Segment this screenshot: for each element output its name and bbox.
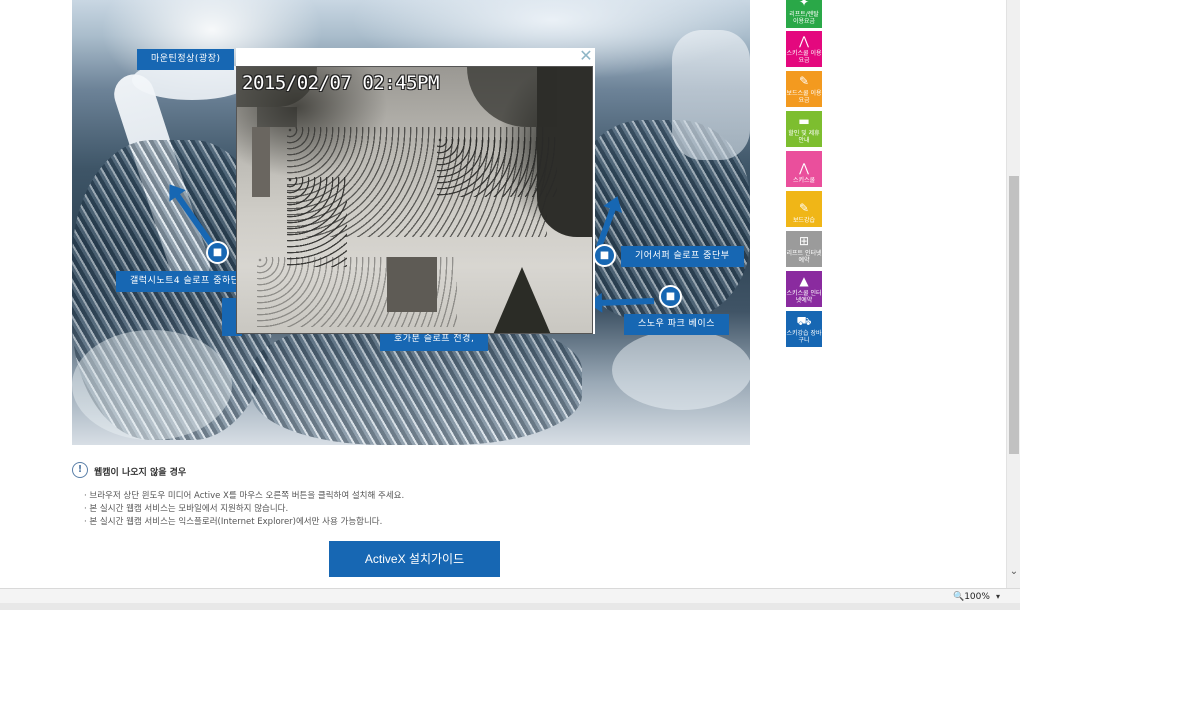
help-title: 웹캠이 나오지 않을 경우 bbox=[94, 468, 187, 478]
quick-board-school-fee[interactable]: ✎ 보드스쿨 이용요금 bbox=[786, 71, 822, 107]
label-mountain-top[interactable]: 마운틴정상(광장) bbox=[137, 49, 235, 70]
help-line: · 브라우저 상단 윈도우 미디어 Active X를 마우스 오른쪽 버튼을 … bbox=[84, 491, 405, 501]
quick-lift-reservation[interactable]: ⊞ 리프트 인터넷예약 bbox=[786, 231, 822, 267]
lift-rental-icon: ✦ bbox=[798, 0, 810, 9]
quick-board-lesson[interactable]: ✎ 보드강습 bbox=[786, 191, 822, 227]
label-galaxy-slope[interactable]: 갤럭시노트4 슬로프 중하단 bbox=[116, 271, 254, 292]
quick-discount-info[interactable]: ▬ 할인 및 제휴안내 bbox=[786, 111, 822, 147]
ski-school-icon: ⋀ bbox=[799, 161, 809, 175]
browser-viewport: 마운틴정상(광장) 갤럭시노트4 슬로프 중하단 기어서퍼 슬로프 중단부 스노… bbox=[0, 0, 1020, 610]
ski-school-fee-icon: ⋀ bbox=[799, 34, 809, 48]
help-line: · 본 실시간 웹캠 서비스는 익스플로러(Internet Explorer)… bbox=[84, 517, 383, 527]
webcam-video[interactable]: 2015/02/07 02:45PM bbox=[236, 66, 593, 334]
board-lesson-icon: ✎ bbox=[798, 201, 810, 215]
info-icon: ! bbox=[72, 462, 88, 478]
webcam-icon-gear[interactable]: ■ bbox=[593, 244, 616, 267]
help-line: · 본 실시간 웹캠 서비스는 모바일에서 지원하지 않습니다. bbox=[84, 504, 289, 514]
scrollbar-thumb[interactable] bbox=[1009, 176, 1019, 454]
zoom-level[interactable]: 🔍100% bbox=[953, 592, 990, 602]
webcam-timestamp: 2015/02/07 02:45PM bbox=[242, 72, 439, 94]
webcam-icon-snowpark[interactable]: ■ bbox=[659, 285, 682, 308]
quick-ski-lesson-cart[interactable]: ⛟ 스키강습 장바구니 bbox=[786, 311, 822, 347]
quick-lift-rental-fee[interactable]: ✦ 리프트/렌탈 이용요금 bbox=[786, 0, 822, 28]
ski-school-reserve-icon: ▲ bbox=[799, 274, 809, 288]
activex-guide-button[interactable]: ActiveX 설치가이드 bbox=[329, 541, 500, 577]
scroll-down-icon[interactable]: ⌄ bbox=[1008, 566, 1020, 578]
cart-icon: ⛟ bbox=[796, 314, 812, 328]
zoom-dropdown-icon[interactable]: ▾ bbox=[996, 592, 1000, 601]
lift-reserve-icon: ⊞ bbox=[798, 234, 810, 248]
label-snowpark-base[interactable]: 스노우 파크 베이스 bbox=[624, 314, 729, 335]
label-gear-slope[interactable]: 기어서퍼 슬로프 중단부 bbox=[621, 246, 744, 267]
webcam-icon-galaxy[interactable]: ■ bbox=[206, 241, 229, 264]
quick-ski-school-fee[interactable]: ⋀ 스키스쿨 이용요금 bbox=[786, 31, 822, 67]
horizontal-scrollbar[interactable] bbox=[0, 603, 1020, 610]
quick-ski-school-reservation[interactable]: ▲ 스키스쿨 인터넷예약 bbox=[786, 271, 822, 307]
discount-card-icon: ▬ bbox=[798, 114, 810, 128]
board-school-fee-icon: ✎ bbox=[798, 74, 810, 88]
webcam-popup: ✕ 2015/02/07 02:45PM bbox=[236, 48, 595, 334]
vertical-scrollbar[interactable]: ⌄ bbox=[1006, 0, 1020, 588]
close-icon[interactable]: ✕ bbox=[579, 48, 593, 64]
quick-ski-school[interactable]: ⋀ 스키스쿨 bbox=[786, 151, 822, 187]
